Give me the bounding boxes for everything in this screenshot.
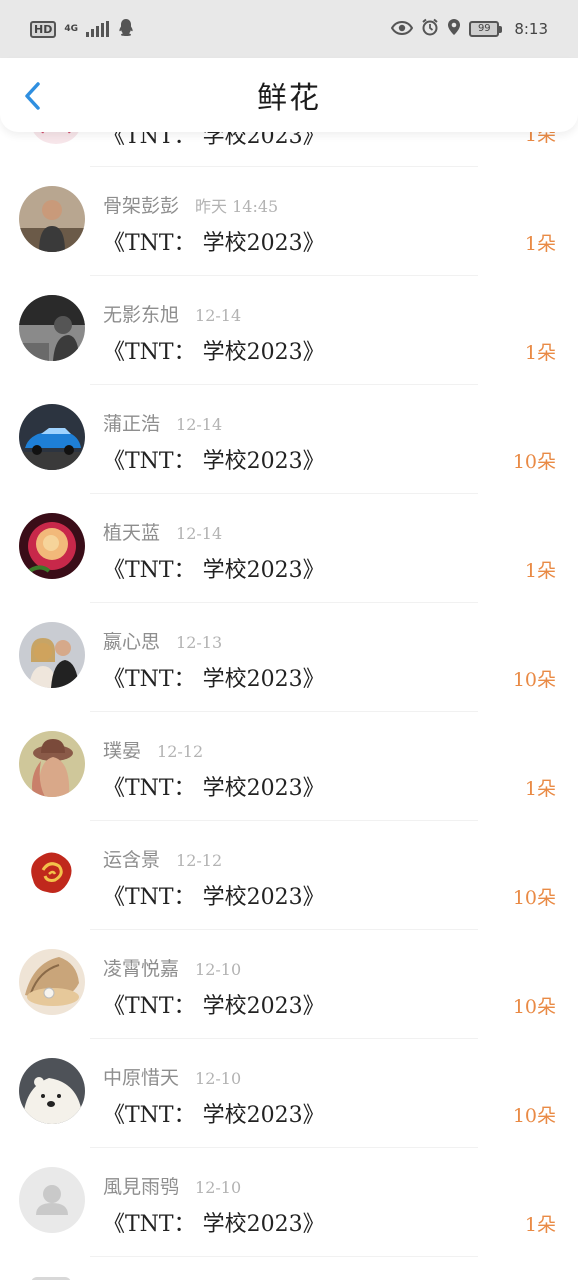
date: 12-10 [195, 1178, 242, 1197]
user-name: 璞晏 12-12 [103, 740, 204, 762]
date: 12-12 [176, 851, 223, 870]
nav-bar: 鲜花 [0, 58, 578, 132]
user-name: 中原惜天 12-10 [103, 1067, 242, 1089]
book-title: 《TNT： 学校2023》 [103, 231, 325, 256]
list-item[interactable]: 植天蓝 12-14 《TNT： 学校2023》 1朵 [0, 494, 578, 603]
date: 12-14 [176, 524, 223, 543]
list-item[interactable]: 嬴心思 12-13 《TNT： 学校2023》 10朵 [0, 603, 578, 712]
signal-icon [86, 21, 109, 37]
book-title: 《TNT： 学校2023》 [103, 558, 325, 583]
user-name: 凌霄悦嘉 12-10 [103, 958, 242, 980]
clock: 8:13 [514, 20, 548, 38]
back-button[interactable] [18, 78, 46, 114]
qq-icon [117, 18, 135, 41]
list-item[interactable]: 凌霄悦嘉 12-10 《TNT： 学校2023》 10朵 [0, 930, 578, 1039]
page-title: 鲜花 [257, 81, 321, 116]
flower-count: 10朵 [512, 451, 556, 473]
book-title: 《TNT： 学校2023》 [103, 449, 325, 474]
flower-count: 1朵 [524, 778, 556, 800]
hd-badge: HD [30, 20, 57, 38]
book-title: 《TNT： 学校2023》 [103, 1212, 325, 1237]
avatar [19, 1167, 85, 1233]
date: 12-13 [176, 633, 223, 652]
list-item[interactable]: 骨架彭彭 昨天 14:45 《TNT： 学校2023》 1朵 [0, 167, 578, 276]
flower-count: 1朵 [524, 1214, 556, 1236]
chevron-left-icon [25, 82, 40, 110]
avatar [19, 840, 85, 906]
flower-count: 10朵 [512, 887, 556, 909]
list-item[interactable]: 中原惜天 12-10 《TNT： 学校2023》 10朵 [0, 1039, 578, 1148]
avatar [19, 404, 85, 470]
user-name: 运含景 12-12 [103, 849, 223, 871]
avatar [19, 731, 85, 797]
date: 12-10 [195, 1069, 242, 1088]
user-name: 風見雨鸮 12-10 [103, 1176, 242, 1198]
flower-count: 1朵 [524, 342, 556, 364]
status-right: 99 8:13 [391, 18, 548, 40]
book-title: 《TNT： 学校2023》 [103, 776, 325, 801]
avatar [19, 622, 85, 688]
flower-count: 10朵 [512, 669, 556, 691]
user-name: 蒲正浩 12-14 [103, 413, 223, 435]
flower-list: 骨架彭彭 昨天 14:45 《TNT： 学校2023》 1朵 无影东旭 12-14 … [0, 167, 578, 1257]
battery-level: 99 [469, 21, 500, 37]
user-name: 无影东旭 12-14 [103, 304, 242, 326]
user-name: 骨架彭彭 昨天 14:45 [103, 195, 279, 217]
default-user-icon [19, 1167, 85, 1233]
avatar [19, 295, 85, 361]
alarm-icon [421, 18, 439, 40]
battery-icon: 99 [469, 21, 503, 37]
avatar [19, 1058, 85, 1124]
list-item[interactable]: 运含景 12-12 《TNT： 学校2023》 10朵 [0, 821, 578, 930]
flower-count: 1朵 [524, 560, 556, 582]
list-item[interactable]: 璞晏 12-12 《TNT： 学校2023》 1朵 [0, 712, 578, 821]
list-item-partial-bottom[interactable] [0, 1254, 578, 1280]
flower-count: 10朵 [512, 996, 556, 1018]
avatar [19, 949, 85, 1015]
flower-count: 1朵 [524, 233, 556, 255]
eye-icon [391, 20, 414, 39]
date: 12-14 [195, 306, 242, 325]
network-label: 4G [64, 23, 78, 34]
user-name: 植天蓝 12-14 [103, 522, 223, 544]
date: 12-14 [176, 415, 223, 434]
status-bar: HD 4G 99 8:13 [0, 0, 578, 58]
avatar [19, 186, 85, 252]
date: 12-10 [195, 960, 242, 979]
date: 昨天 14:45 [195, 197, 279, 216]
list-item[interactable]: 无影东旭 12-14 《TNT： 学校2023》 1朵 [0, 276, 578, 385]
book-title: 《TNT： 学校2023》 [103, 667, 325, 692]
book-title: 《TNT： 学校2023》 [103, 994, 325, 1019]
location-icon [447, 18, 461, 40]
book-title: 《TNT： 学校2023》 [103, 885, 325, 910]
list-item[interactable]: 蒲正浩 12-14 《TNT： 学校2023》 10朵 [0, 385, 578, 494]
date: 12-12 [157, 742, 204, 761]
book-title: 《TNT： 学校2023》 [103, 340, 325, 365]
status-left: HD 4G [30, 18, 135, 41]
flower-count: 10朵 [512, 1105, 556, 1127]
user-name: 嬴心思 12-13 [103, 631, 223, 653]
book-title: 《TNT： 学校2023》 [103, 1103, 325, 1128]
list-item[interactable]: 風見雨鸮 12-10 《TNT： 学校2023》 1朵 [0, 1148, 578, 1257]
avatar [19, 513, 85, 579]
